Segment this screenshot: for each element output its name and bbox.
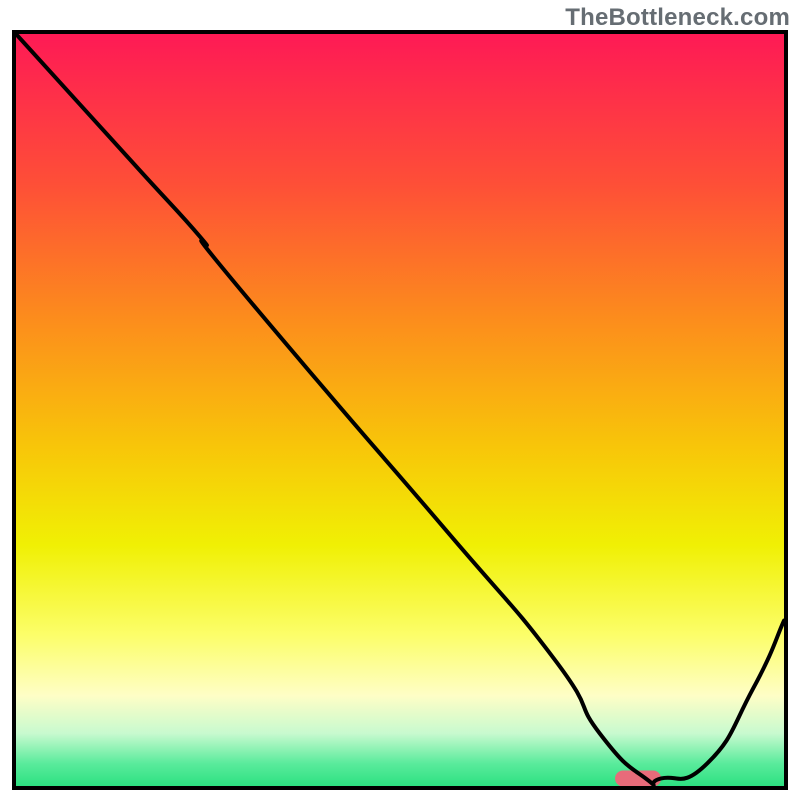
chart-frame: [12, 30, 788, 790]
chart-background: [16, 34, 784, 786]
bottleneck-chart: [16, 34, 784, 786]
watermark-text: TheBottleneck.com: [565, 4, 790, 32]
